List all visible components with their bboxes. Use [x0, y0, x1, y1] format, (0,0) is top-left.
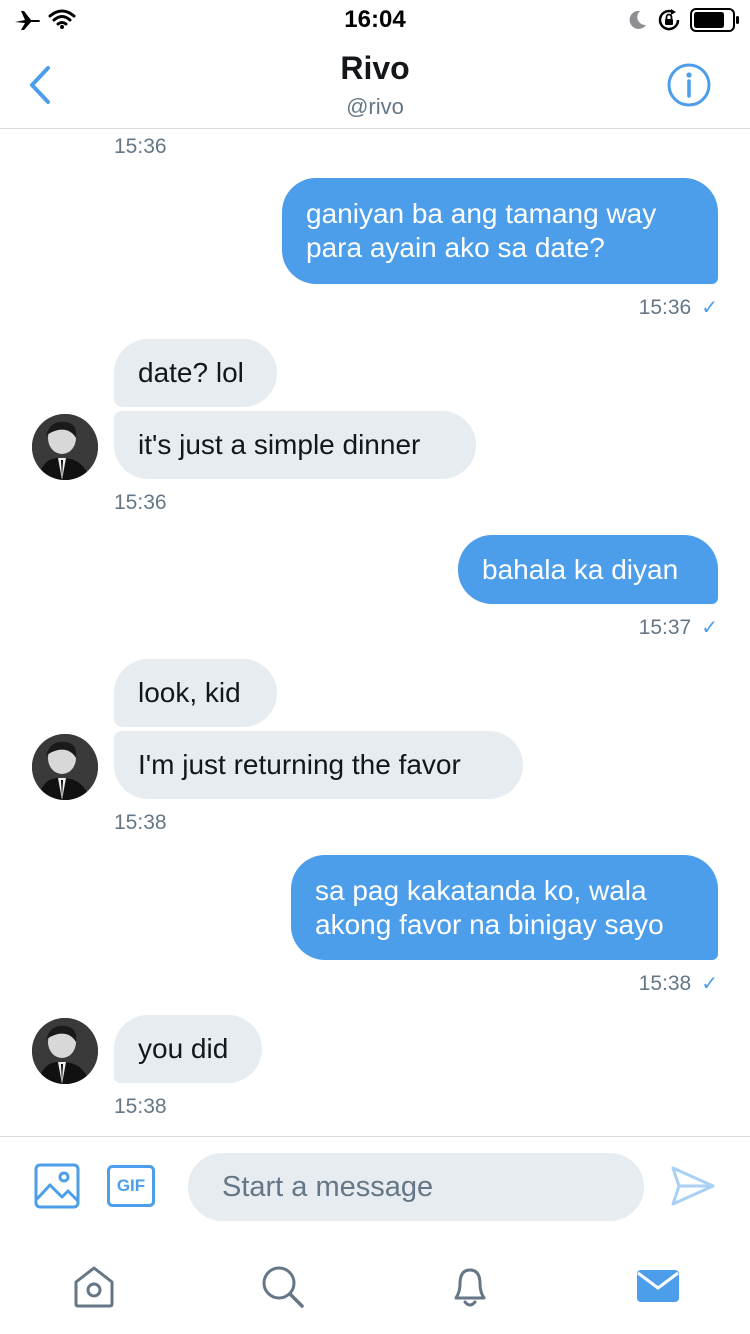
tab-home[interactable] — [64, 1256, 124, 1316]
message-timestamp: 15:37 — [638, 616, 692, 639]
read-check-icon: ✓ — [701, 297, 718, 319]
message-meta: 15:36 ✓ — [500, 295, 718, 320]
incoming-message[interactable]: I'm just returning the favor — [114, 731, 523, 799]
message-timestamp: 15:38 — [638, 972, 692, 995]
tab-search[interactable] — [252, 1256, 312, 1316]
image-icon — [34, 1163, 80, 1209]
read-check-icon: ✓ — [701, 617, 718, 639]
message-timestamp: 15:38 — [114, 811, 167, 834]
info-icon — [667, 63, 711, 107]
incoming-message[interactable]: you did — [114, 1015, 262, 1083]
message-timestamp: 15:36 — [638, 296, 692, 319]
message-text: I'm just returning the favor — [138, 749, 461, 780]
tab-notifications[interactable] — [440, 1256, 500, 1316]
outgoing-message[interactable]: sa pag kakatanda ko, wala akong favor na… — [291, 855, 718, 960]
search-icon — [262, 1266, 304, 1308]
notifications-icon — [454, 1268, 486, 1307]
avatar[interactable] — [32, 734, 98, 800]
rotation-lock-icon — [658, 9, 680, 31]
contact-handle: @rivo — [346, 94, 404, 119]
message-text-line: sa pag kakatanda ko, wala — [315, 874, 647, 906]
message-meta: 15:38 ✓ — [500, 971, 718, 996]
status-bar: 16:04 — [0, 0, 750, 40]
message-meta: 15:37 ✓ — [500, 615, 718, 640]
tab-bar — [0, 1236, 750, 1334]
message-text: bahala ka diyan — [482, 553, 679, 585]
home-icon — [74, 1266, 114, 1308]
battery-icon — [690, 8, 739, 32]
send-icon — [671, 1166, 715, 1206]
message-text: look, kid — [138, 677, 241, 708]
moon-icon — [629, 10, 646, 29]
messages-icon — [637, 1270, 679, 1302]
incoming-message[interactable]: date? lol — [114, 339, 277, 407]
add-gif-button[interactable]: GIF — [107, 1165, 155, 1207]
tab-messages[interactable] — [628, 1256, 688, 1316]
message-timestamp: 15:36 — [114, 491, 167, 514]
message-text: it's just a simple dinner — [138, 429, 421, 460]
message-timestamp: 15:38 — [114, 1095, 167, 1118]
contact-name[interactable]: Rivo — [0, 50, 750, 87]
incoming-message[interactable]: it's just a simple dinner — [114, 411, 476, 479]
incoming-message[interactable]: look, kid — [114, 659, 277, 727]
info-button[interactable] — [666, 62, 712, 108]
gif-label: GIF — [116, 1176, 146, 1195]
message-text: date? lol — [138, 357, 244, 388]
message-timestamp: 15:36 — [114, 135, 167, 158]
send-button[interactable] — [670, 1165, 716, 1207]
conversation-header: Rivo @rivo — [0, 40, 750, 129]
message-text-line: ganiyan ba ang tamang way — [306, 198, 657, 229]
avatar[interactable] — [32, 1018, 98, 1084]
message-composer: GIF — [0, 1136, 750, 1237]
avatar[interactable] — [32, 414, 98, 480]
outgoing-message[interactable]: bahala ka diyan — [458, 535, 718, 604]
message-input[interactable] — [188, 1153, 644, 1221]
message-text-line: akong favor na binigay sayo — [315, 908, 664, 940]
message-text: you did — [138, 1033, 229, 1064]
message-text-line: para ayain ako sa date? — [306, 232, 605, 263]
read-check-icon: ✓ — [701, 973, 718, 995]
outgoing-message[interactable]: ganiyan ba ang tamang way para ayain ako… — [282, 178, 718, 284]
add-image-button[interactable] — [34, 1163, 80, 1209]
